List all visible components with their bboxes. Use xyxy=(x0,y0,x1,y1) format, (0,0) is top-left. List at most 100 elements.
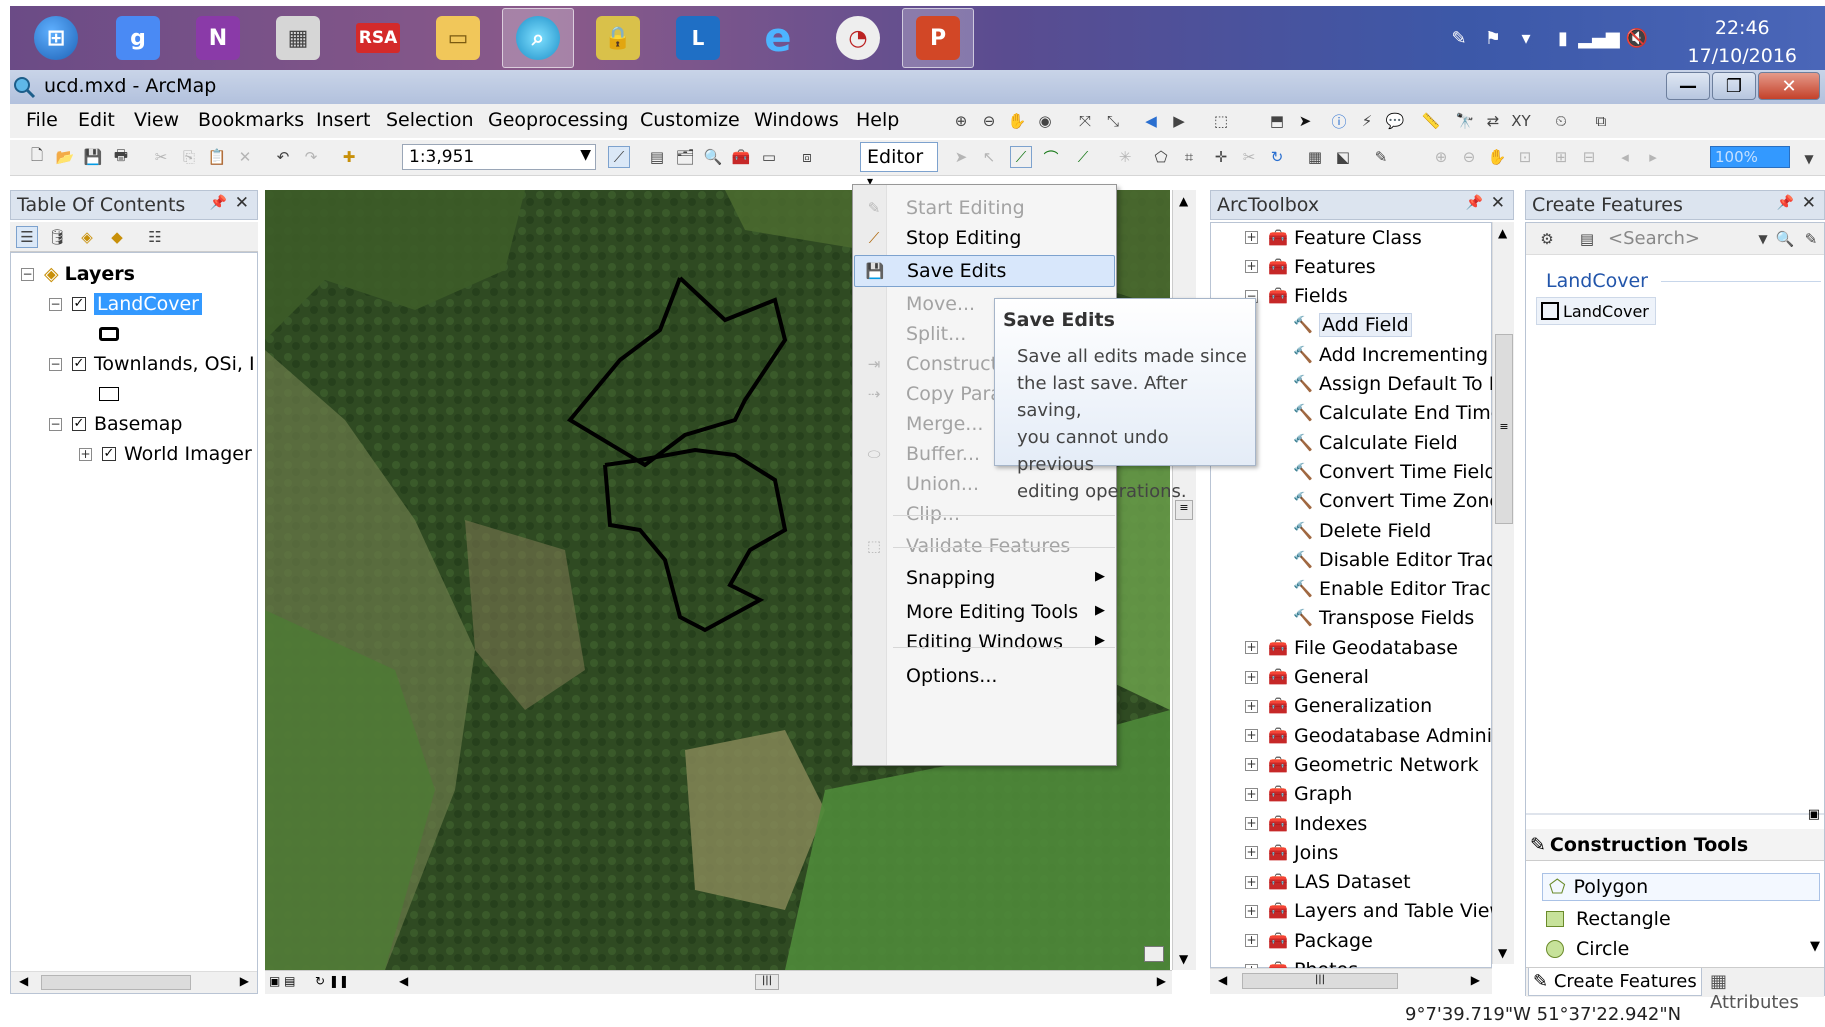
toolbox-horizontal-scrollbar[interactable]: ◀ ||| ▶ xyxy=(1210,968,1492,994)
restore-button[interactable]: ❐ xyxy=(1712,72,1756,100)
map-scale-combo[interactable]: 1:3,951 ▼ xyxy=(402,144,596,170)
fixed-zoom-in-icon[interactable]: ⤧ xyxy=(1074,110,1096,132)
python-icon[interactable]: ▭ xyxy=(758,146,780,168)
editor-menu-item-options[interactable]: Options... xyxy=(854,661,1115,693)
editor-menu-item-snapping[interactable]: Snapping ▶ xyxy=(854,563,1115,595)
expand-icon[interactable]: + xyxy=(1245,875,1258,889)
collapse-icon[interactable]: − xyxy=(49,297,62,311)
add-data-icon[interactable]: ✚ xyxy=(338,146,360,168)
layer-visibility-checkbox[interactable]: ✓ xyxy=(102,447,116,461)
menu-windows[interactable]: Windows xyxy=(754,109,839,131)
editor-menu-item-more-editing-tools[interactable]: More Editing Tools ▶ xyxy=(854,597,1115,629)
zoom-in-icon[interactable]: ⊕ xyxy=(950,110,972,132)
menu-edit[interactable]: Edit xyxy=(78,109,115,131)
landcover-symbol[interactable] xyxy=(99,321,119,347)
editor-menu-button[interactable]: Editor ▾ xyxy=(860,142,938,188)
split-icon[interactable]: ✂ xyxy=(1238,146,1260,168)
toolbox-item[interactable]: + 🧰 Layers and Table View xyxy=(1245,899,1523,924)
organize-templates-icon[interactable]: ⚙ xyxy=(1536,228,1558,250)
close-icon[interactable]: ✕ xyxy=(235,193,249,213)
menu-customize[interactable]: Customize xyxy=(640,109,740,131)
save-icon[interactable]: 💾 xyxy=(82,146,104,168)
layout-zoom-in-icon[interactable]: ⊕ xyxy=(1430,146,1452,168)
options-icon[interactable]: ☷ xyxy=(144,226,166,248)
expand-icon[interactable]: + xyxy=(1245,729,1258,743)
townlands-symbol[interactable] xyxy=(99,381,119,407)
chevron-down-icon[interactable]: ▼ xyxy=(580,147,591,163)
full-extent-icon[interactable]: ◉ xyxy=(1034,110,1056,132)
tab-create-features[interactable]: ✎ Create Features xyxy=(1528,968,1702,996)
expand-icon[interactable]: + xyxy=(1245,699,1258,713)
edit-tool-icon[interactable]: ➤ xyxy=(950,146,972,168)
toolbox-item[interactable]: + 🧰 LAS Dataset xyxy=(1245,870,1523,895)
select-features-icon[interactable]: ⬚ xyxy=(1210,110,1232,132)
pin-icon[interactable]: 📌 xyxy=(1777,195,1794,211)
editor-toolbar-icon[interactable]: ⟋ xyxy=(608,146,630,168)
redo-icon[interactable]: ↷ xyxy=(300,146,322,168)
pen-icon[interactable]: ✎ xyxy=(1448,26,1470,50)
keepass-lock-icon[interactable]: 🔒 xyxy=(582,8,654,68)
clock-app-icon[interactable]: ◔ xyxy=(822,8,894,68)
start-orb-icon[interactable]: ⊞ xyxy=(20,8,92,68)
toolbox-item[interactable]: + 🧰 Feature Class xyxy=(1245,225,1523,250)
expand-icon[interactable]: + xyxy=(1245,787,1258,801)
toolbox-item[interactable]: + 🧰 Generalization xyxy=(1245,694,1523,719)
search-window-icon[interactable]: 🔍 xyxy=(702,146,724,168)
table-of-contents-icon[interactable]: ▤ xyxy=(646,146,668,168)
create-features-icon[interactable]: ✎ xyxy=(1370,146,1392,168)
template-list-icon[interactable]: ▤ xyxy=(1576,228,1598,250)
cut-polygons-icon[interactable]: ✛ xyxy=(1210,146,1232,168)
pin-icon[interactable]: 📌 xyxy=(210,195,227,211)
menu-insert[interactable]: Insert xyxy=(316,109,371,131)
file-explorer-icon[interactable]: ▭ xyxy=(422,8,494,68)
edit-annotation-icon[interactable]: ↖ xyxy=(978,146,1000,168)
layer-visibility-checkbox[interactable]: ✓ xyxy=(72,417,86,431)
fixed-zoom-out-icon[interactable]: ⤡ xyxy=(1102,110,1124,132)
expand-icon[interactable]: + xyxy=(1245,231,1258,244)
layout-zoom-combo[interactable]: 100% xyxy=(1710,146,1790,168)
straight-segment-icon[interactable]: ⟋ xyxy=(1010,146,1032,168)
paste-icon[interactable]: 📋 xyxy=(206,146,228,168)
toolbox-item[interactable]: + 🧰 File Geodatabase xyxy=(1245,635,1523,660)
back-icon[interactable]: ◀ xyxy=(1140,110,1162,132)
close-icon[interactable]: ✕ xyxy=(1491,193,1505,213)
panel-toggle-icon[interactable]: ▣ xyxy=(1808,807,1820,822)
expand-icon[interactable]: + xyxy=(1245,904,1258,918)
pin-icon[interactable]: 📌 xyxy=(1466,195,1483,211)
toolbox-item[interactable]: + 🧰 Geometric Network xyxy=(1245,752,1523,777)
powerpoint-icon[interactable]: P xyxy=(902,8,974,68)
time-slider-icon[interactable]: ⏲ xyxy=(1550,110,1572,132)
layer-row-basemap[interactable]: − ✓ Basemap xyxy=(49,411,182,437)
pointer-icon[interactable]: ➤ xyxy=(1294,110,1316,132)
previous-extent-icon[interactable]: ◂ xyxy=(1614,146,1636,168)
hyperlink-icon[interactable]: ⚡ xyxy=(1356,110,1378,132)
sketch-properties-icon[interactable]: ⬕ xyxy=(1332,146,1354,168)
lync-icon[interactable]: L xyxy=(662,8,734,68)
toc-horizontal-scrollbar[interactable]: ◀ ▶ xyxy=(11,971,257,993)
list-by-visibility-icon[interactable]: ◈ xyxy=(76,226,98,248)
chevron-down-icon[interactable]: ▼ xyxy=(1798,148,1820,170)
editor-menu-item-editing-windows[interactable]: Editing Windows ▶ xyxy=(854,627,1115,659)
menu-view[interactable]: View xyxy=(134,109,179,131)
reshape-icon[interactable]: ⌗ xyxy=(1178,146,1200,168)
model-builder-icon[interactable]: ⧈ xyxy=(796,146,818,168)
measure-icon[interactable]: 📏 xyxy=(1420,110,1442,132)
toolbox-item[interactable]: + 🧰 Graph xyxy=(1245,782,1523,807)
layout-pan-icon[interactable]: ✋ xyxy=(1486,146,1508,168)
expand-icon[interactable]: + xyxy=(1245,934,1258,948)
editor-menu-item-start-editing[interactable]: ✎ Start Editing xyxy=(854,193,1115,225)
menu-help[interactable]: Help xyxy=(856,109,899,131)
close-icon[interactable]: ✕ xyxy=(1802,193,1816,213)
layer-row-landcover[interactable]: − ✓ LandCover xyxy=(49,291,202,317)
signal-icon[interactable]: ▂▄▆ xyxy=(1578,26,1620,50)
menu-file[interactable]: File xyxy=(26,109,58,131)
collapse-icon[interactable]: − xyxy=(49,417,62,431)
arc-segment-icon[interactable]: ⌒ xyxy=(1040,146,1062,168)
collapse-icon[interactable]: − xyxy=(21,267,34,281)
clear-search-icon[interactable]: ✎ xyxy=(1800,228,1822,250)
expand-icon[interactable]: + xyxy=(1245,670,1258,684)
expand-icon[interactable]: + xyxy=(79,447,92,461)
volume-muted-icon[interactable]: 🔇 xyxy=(1626,26,1648,50)
minimize-button[interactable]: — xyxy=(1666,72,1710,100)
cut-icon[interactable]: ✂ xyxy=(150,146,172,168)
